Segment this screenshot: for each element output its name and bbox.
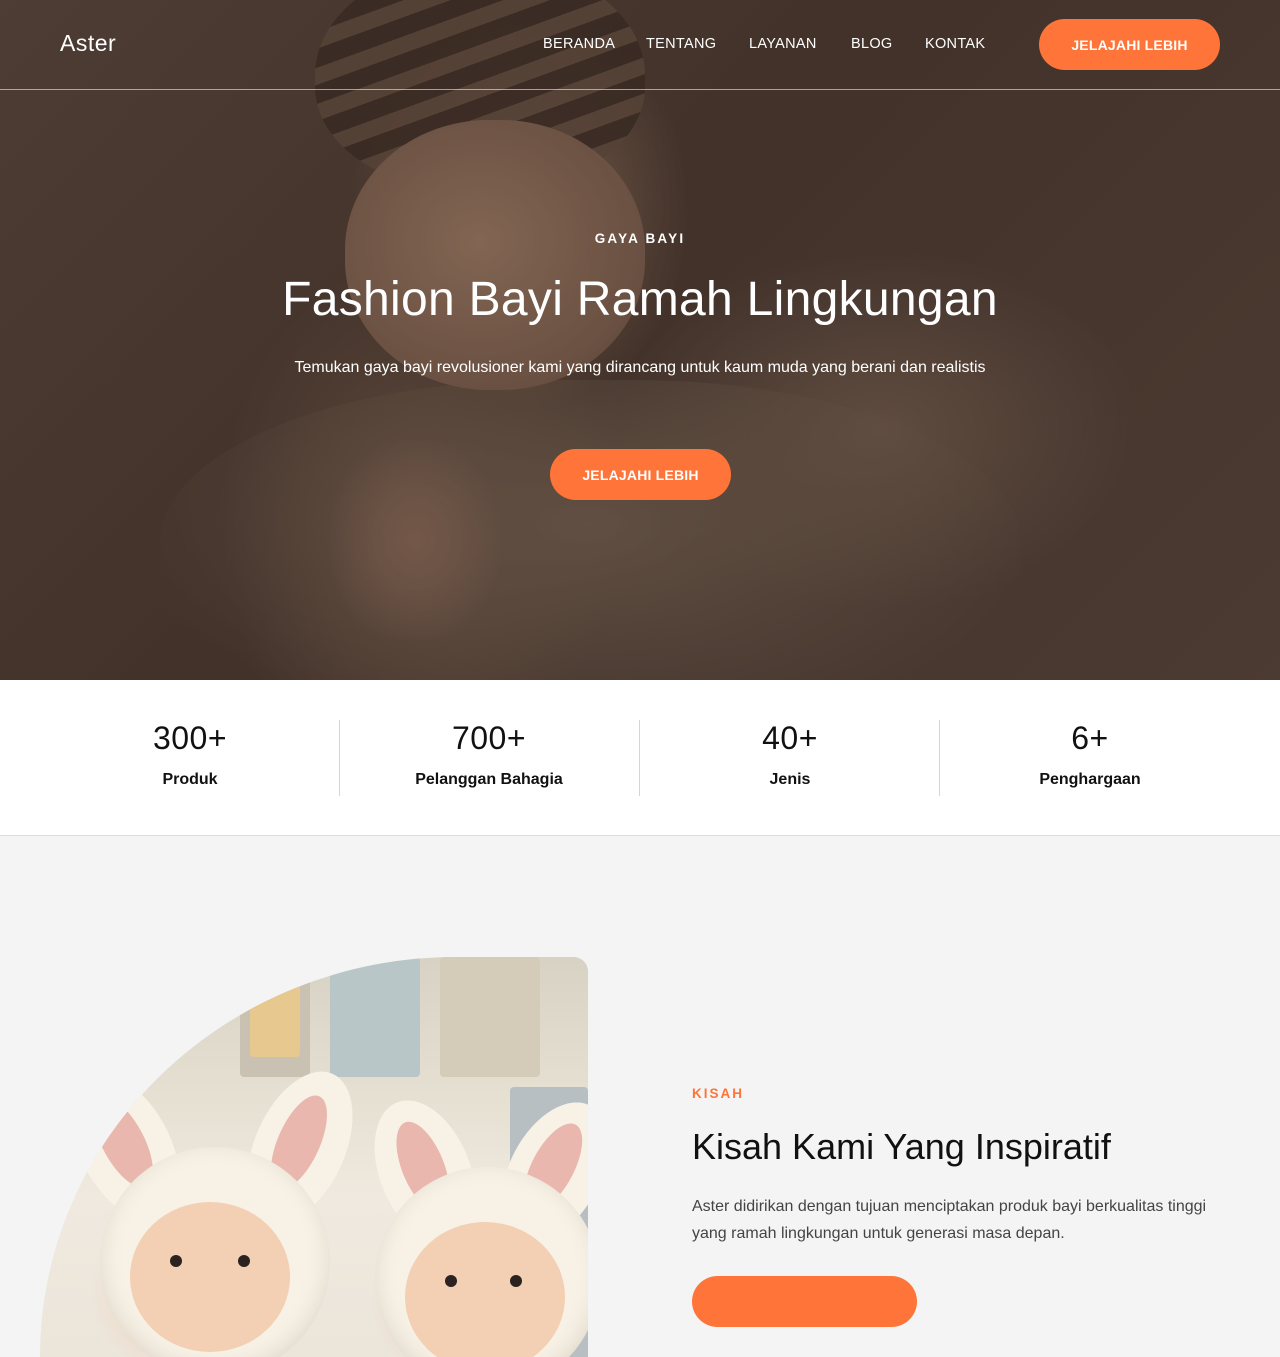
story-text: Aster didirikan dengan tujuan menciptaka… <box>692 1198 1207 1242</box>
nav-item-beranda[interactable]: BERANDA <box>543 36 615 52</box>
story-image <box>40 957 588 1357</box>
baby-eye <box>445 1275 457 1287</box>
story-kicker: KISAH <box>692 1086 745 1101</box>
hero-title: Fashion Bayi Ramah Lingkungan <box>282 273 998 326</box>
hero-kicker: GAYA BAYI <box>594 231 686 246</box>
stat-item: 6+ Penghargaan <box>940 720 1240 796</box>
stat-item: 700+ Pelanggan Bahagia <box>339 720 639 796</box>
stat-value: 700+ <box>451 720 527 756</box>
story-cta-button[interactable] <box>692 1276 917 1327</box>
hero-section: Aster BERANDA TENTANG LAYANAN BLOG KONTA… <box>0 0 1280 680</box>
nav-item-kontak[interactable]: KONTAK <box>925 36 985 52</box>
stat-label: Pelanggan Bahagia <box>415 771 563 788</box>
baby-eye <box>238 1255 250 1267</box>
hero-cta-button[interactable]: JELAJAHI LEBIH <box>550 449 731 500</box>
stat-label: Jenis <box>769 771 811 788</box>
shelf-decor <box>330 957 420 1077</box>
stat-label: Penghargaan <box>1039 771 1141 788</box>
site-logo[interactable]: Aster <box>60 30 116 57</box>
nav-item-blog[interactable]: BLOG <box>851 36 893 52</box>
hero-overlay <box>0 0 1280 680</box>
story-title: Kisah Kami Yang Inspiratif <box>692 1126 1111 1167</box>
baby-eye <box>170 1255 182 1267</box>
baby-face-left <box>130 1202 290 1352</box>
nav-cta-button[interactable]: JELAJAHI LEBIH <box>1039 19 1220 70</box>
hero-subtitle: Temukan gaya bayi revolusioner kami yang… <box>294 359 986 376</box>
frame-decor <box>250 967 300 1057</box>
top-navigation: Aster BERANDA TENTANG LAYANAN BLOG KONTA… <box>0 0 1280 90</box>
baby-eye <box>510 1275 522 1287</box>
stats-section: 300+ Produk 700+ Pelanggan Bahagia 40+ J… <box>0 680 1280 836</box>
stat-value: 6+ <box>1071 720 1109 756</box>
stat-item: 40+ Jenis <box>640 720 940 796</box>
nav-item-tentang[interactable]: TENTANG <box>646 36 716 52</box>
stat-value: 40+ <box>762 720 818 756</box>
stat-label: Produk <box>162 771 218 788</box>
shelf-decor <box>440 957 540 1077</box>
stat-value: 300+ <box>152 720 228 756</box>
nav-item-layanan[interactable]: LAYANAN <box>749 36 817 52</box>
stat-item: 300+ Produk <box>40 720 340 796</box>
